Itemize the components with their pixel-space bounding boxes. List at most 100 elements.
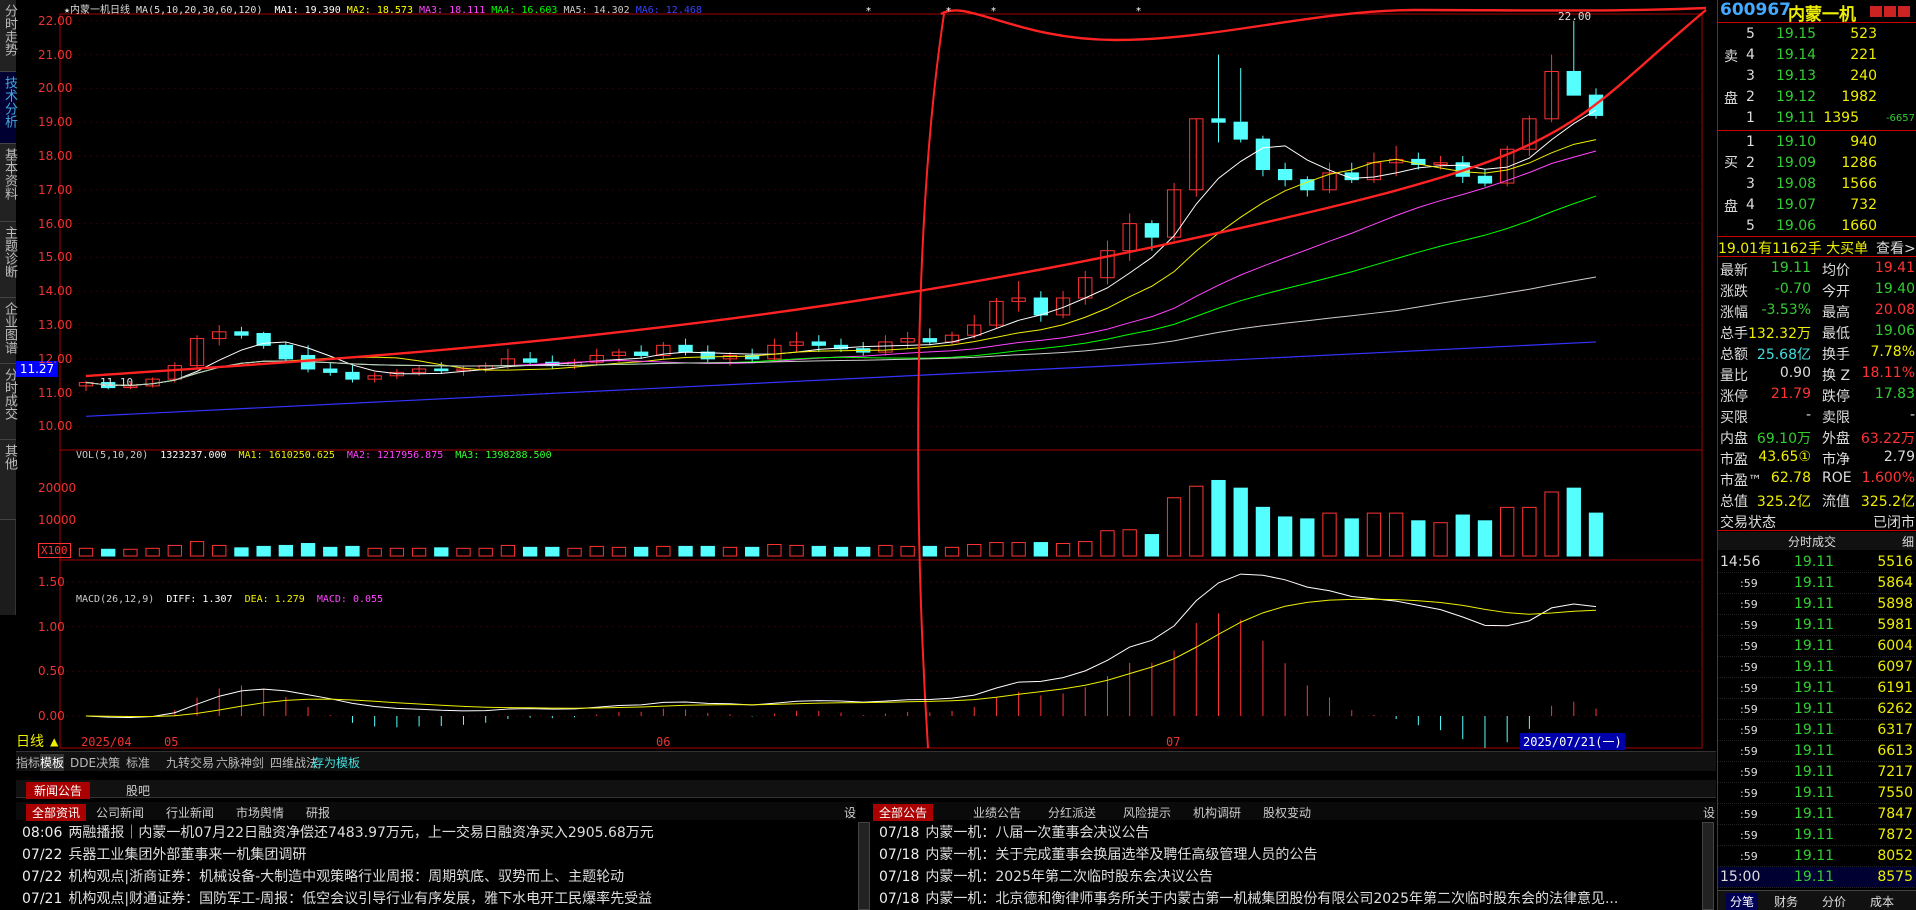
buy-level[interactable]: 4 19.07 732: [1718, 195, 1916, 216]
quote-bottom-tab[interactable]: 分笔: [1726, 893, 1759, 910]
news-row[interactable]: 07/18 内蒙一机：关于完成董事会换届选举及聘任高级管理人员的公告: [879, 844, 1317, 864]
sell-level[interactable]: 4 19.14 221: [1718, 45, 1916, 66]
sell-level[interactable]: 3 19.13 240: [1718, 66, 1916, 87]
left-nav-tab[interactable]: 基本资料: [0, 144, 17, 222]
level-vol: 221: [1850, 47, 1877, 63]
left-nav-tab[interactable]: 分时走势: [0, 0, 17, 72]
stat-label: 内盘: [1720, 431, 1748, 447]
news-tab[interactable]: 公司新闻: [96, 804, 144, 821]
quote-bottom-tab[interactable]: 财务: [1774, 893, 1798, 910]
volume-bar: [1388, 512, 1404, 557]
stat-value: 21.79: [1770, 386, 1811, 402]
indicator-tab[interactable]: 四维战法: [270, 754, 318, 771]
stock-badges[interactable]: [1870, 5, 1912, 17]
date-label-jun: 06: [656, 735, 671, 749]
stat-label: 最高: [1822, 305, 1850, 321]
news-settings[interactable]: 设: [844, 804, 856, 821]
news-row[interactable]: 07/22 兵器工业集团外部董事来一机集团调研: [22, 844, 306, 864]
indicator-tab[interactable]: DDE决策: [70, 754, 120, 771]
news-row[interactable]: 07/18 内蒙一机：北京德和衡律师事务所关于内蒙古第一机械集团股份有限公司202…: [879, 888, 1618, 908]
macd-axis-label: 0.50: [38, 664, 65, 679]
stat-row: 最新 19.11 均价 19.41: [1718, 258, 1916, 279]
news-tab[interactable]: 市场舆情: [236, 804, 284, 821]
level-num: 5: [1746, 26, 1755, 42]
macd-value: MACD: 0.055: [316, 594, 384, 605]
news-row[interactable]: 07/18 内蒙一机：2025年第二次临时股东会决议公告: [879, 866, 1213, 886]
news-tab[interactable]: 研报: [306, 804, 330, 821]
indicator-tab[interactable]: 指标: [16, 754, 40, 771]
badge-icon[interactable]: [1898, 6, 1910, 17]
buy-level[interactable]: 1 19.10 940: [1718, 132, 1916, 153]
indicator-tabbar: 指标 模板 DDE决策 标准 九转交易 六脉神剑 四维战法 存为模板: [16, 751, 1716, 771]
news-row[interactable]: 07/21 机构观点|财通证券：国防军工-周报：低空会议引导行业有序发展，雅下水电…: [22, 888, 652, 908]
news-right-scrollbar[interactable]: [1702, 822, 1714, 910]
buy-level[interactable]: 3 19.08 1566: [1718, 174, 1916, 195]
stat-label: 总值: [1720, 494, 1748, 510]
news-title: 内蒙一机：北京德和衡律师事务所关于内蒙古第一机械集团股份有限公司2025年第二次…: [925, 891, 1619, 907]
tab-guba[interactable]: 股吧: [126, 782, 150, 799]
left-nav-tab[interactable]: 分时成交: [0, 364, 17, 440]
volume-bar: [1277, 516, 1293, 557]
news-tab[interactable]: 行业新闻: [166, 804, 214, 821]
news-tab[interactable]: 全部公告: [873, 804, 934, 821]
tick-row: :59 19.11 6097: [1718, 657, 1916, 678]
news-tab[interactable]: 机构调研: [1193, 804, 1241, 821]
star-marker: *: [1136, 6, 1141, 17]
news-row[interactable]: 08:06 两融播报｜内蒙一机07月22日融资净偿还7483.97万元，上一交易日…: [22, 822, 654, 842]
tab-news[interactable]: 新闻公告: [26, 782, 91, 799]
kline-chart-svg[interactable]: * * * *: [16, 0, 1716, 750]
stat-label: 最低: [1822, 326, 1850, 342]
left-nav-tab[interactable]: 技术分析: [0, 72, 17, 144]
stat-row: 涨幅 -3.53% 最高 20.08: [1718, 300, 1916, 321]
news-settings[interactable]: 设: [1703, 804, 1715, 821]
price-axis-label: 20.00: [38, 81, 73, 96]
buy-level[interactable]: 5 19.06 1660: [1718, 216, 1916, 237]
news-tab[interactable]: 业绩公告: [973, 804, 1021, 821]
sell-level[interactable]: 1 19.11 1395 -6657: [1718, 108, 1916, 129]
left-nav-tab[interactable]: 企业图谱: [0, 298, 17, 364]
level-vol: 940: [1850, 134, 1877, 150]
left-nav-tab[interactable]: 主题诊断: [0, 222, 17, 298]
volume-bar: [323, 546, 338, 557]
level-vol: 1286: [1841, 155, 1877, 171]
volume-bar: [278, 544, 294, 557]
period-label[interactable]: 日线 ▲: [16, 731, 58, 751]
indicator-tab[interactable]: 模板: [40, 754, 65, 771]
sell-level[interactable]: 5 19.15 523: [1718, 24, 1916, 45]
sell-level[interactable]: 2 19.12 1982: [1718, 87, 1916, 108]
stat-value: -: [1909, 407, 1915, 423]
news-tab[interactable]: 风险提示: [1123, 804, 1171, 821]
news-left-scrollbar[interactable]: [858, 822, 870, 910]
stat-label: 换手: [1822, 347, 1850, 363]
news-row[interactable]: 07/22 机构观点|浙商证券：机械设备-大制造中观策略行业周报：周期筑底、驭势而…: [22, 866, 624, 886]
level-vol: 1566: [1841, 176, 1877, 192]
big-order-link[interactable]: 查看>: [1876, 238, 1916, 258]
level-num: 4: [1746, 197, 1755, 213]
quote-bottom-tab[interactable]: 分价: [1822, 893, 1846, 910]
volume-bar: [300, 543, 316, 557]
stat-label: 量比: [1720, 368, 1748, 384]
news-row[interactable]: 07/18 内蒙一机：八届一次董事会决议公告: [879, 822, 1149, 842]
indicator-tab[interactable]: 六脉神剑: [216, 754, 264, 771]
stat-label: 卖限: [1822, 410, 1850, 426]
level-price: 19.11: [1776, 110, 1817, 126]
volume-bar: [1255, 506, 1271, 557]
ticks-detail-button[interactable]: 细: [1902, 533, 1914, 550]
left-nav-tab[interactable]: 其他: [0, 440, 17, 520]
news-title: 机构观点|财通证券：国防军工-周报：低空会议引导行业有序发展，雅下水电开工民爆率…: [68, 891, 653, 907]
badge-icon[interactable]: [1870, 6, 1882, 17]
badge-icon[interactable]: [1884, 6, 1896, 17]
stat-value: -0.70: [1774, 281, 1811, 297]
quote-bottom-tab[interactable]: 成本: [1870, 893, 1894, 910]
stat-value: 19.11: [1770, 260, 1811, 276]
news-tab[interactable]: 股权变动: [1263, 804, 1311, 821]
news-tab[interactable]: 全部资讯: [26, 804, 87, 821]
volume-bar: [811, 545, 826, 557]
indicator-tab[interactable]: 存为模板: [312, 754, 360, 771]
news-tab[interactable]: 分红派送: [1048, 804, 1096, 821]
buy-level[interactable]: 2 19.09 1286: [1718, 153, 1916, 174]
kline-chart-area[interactable]: * * * * ★内蒙一机日线 MA(5,10,20,30,60,120) MA1: …: [16, 0, 1716, 750]
indicator-tab[interactable]: 九转交易: [166, 754, 214, 771]
tick-vol: 5864: [1877, 575, 1913, 591]
indicator-tab[interactable]: 标准: [126, 754, 150, 771]
